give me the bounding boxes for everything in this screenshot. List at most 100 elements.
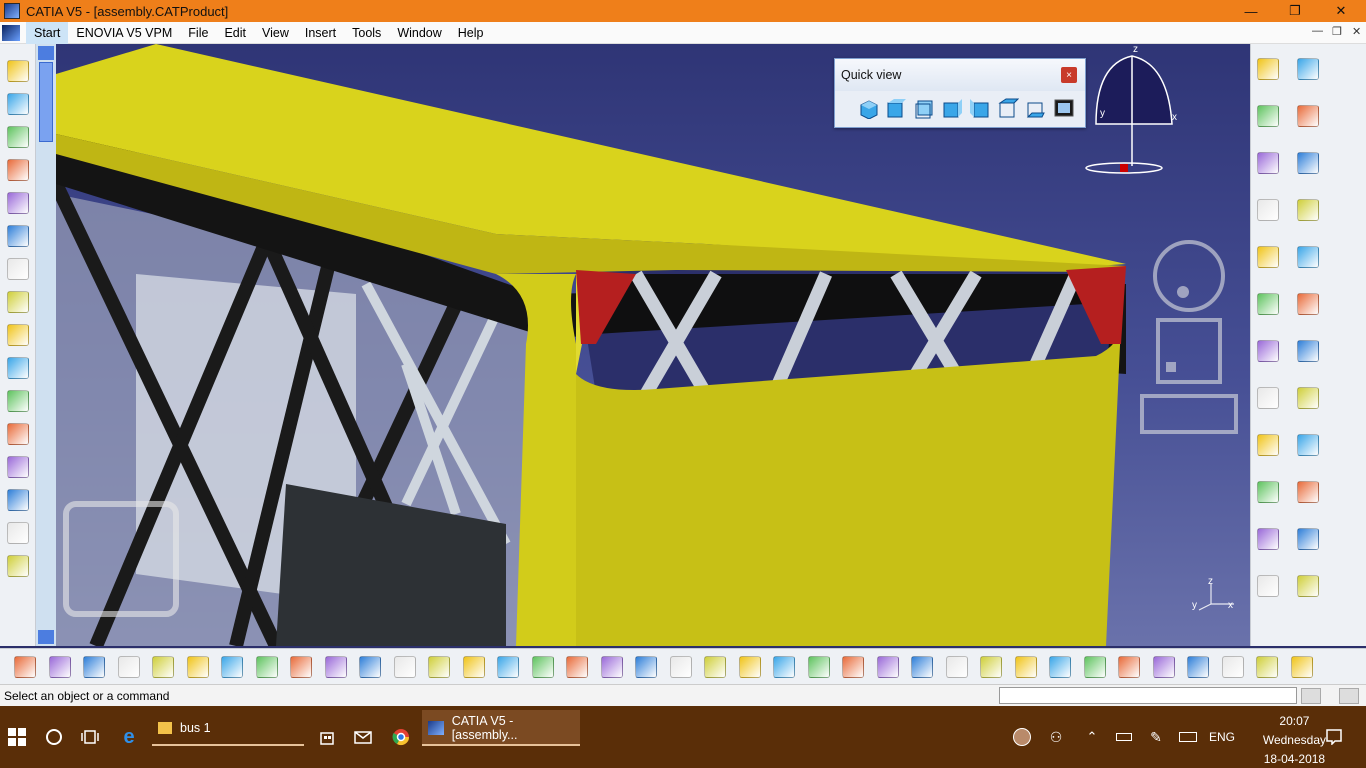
- sectioning-icon[interactable]: [1187, 656, 1209, 678]
- scroll-up-arrow-icon[interactable]: [38, 46, 54, 60]
- capture-icon[interactable]: [152, 656, 174, 678]
- 3d-viewport[interactable]: [36, 44, 1250, 646]
- fly-mode-icon[interactable]: [1257, 58, 1279, 80]
- minimize-button[interactable]: —: [1228, 0, 1274, 22]
- axis-icon[interactable]: [1257, 387, 1279, 409]
- plane-icon[interactable]: [1297, 387, 1319, 409]
- new-icon[interactable]: [324, 656, 347, 678]
- circle-icon[interactable]: [1257, 434, 1279, 456]
- extrapolate-icon[interactable]: [1257, 575, 1279, 597]
- parallel-curve-icon[interactable]: [7, 390, 29, 412]
- language-indicator[interactable]: ENG: [1206, 706, 1238, 768]
- text-icon[interactable]: [255, 656, 278, 678]
- show-hidden-icons-icon[interactable]: ⌃: [1078, 706, 1106, 768]
- point-icon[interactable]: [1257, 340, 1279, 362]
- save-icon[interactable]: [393, 656, 416, 678]
- command-power-input-button[interactable]: [1301, 688, 1321, 704]
- zoom-bottom-icon[interactable]: [980, 656, 1002, 678]
- analysis-icon[interactable]: [1256, 656, 1278, 678]
- translate-icon[interactable]: [1297, 575, 1319, 597]
- paste-icon[interactable]: [531, 656, 554, 678]
- spline-icon[interactable]: [7, 324, 29, 346]
- catia-logo-icon[interactable]: [1290, 656, 1313, 678]
- command-stop-button[interactable]: [1339, 688, 1359, 704]
- pattern-icon[interactable]: [7, 258, 29, 280]
- compass-icon[interactable]: [186, 656, 209, 678]
- normal-view-icon[interactable]: [1257, 199, 1279, 221]
- update-icon[interactable]: [14, 656, 36, 678]
- taskbar-catia-app[interactable]: CATIA V5 - [assembly...: [422, 710, 580, 746]
- menu-enovia[interactable]: ENOVIA V5 VPM: [68, 22, 180, 44]
- print-icon[interactable]: [428, 656, 450, 678]
- measure-between-icon[interactable]: [48, 656, 71, 678]
- edge-icon[interactable]: e: [114, 706, 144, 768]
- assembly-constraints-icon[interactable]: [1221, 656, 1244, 678]
- menu-edit[interactable]: Edit: [216, 22, 254, 44]
- bottom-view-icon[interactable]: [1025, 97, 1047, 119]
- open-icon[interactable]: [359, 656, 381, 678]
- menu-help[interactable]: Help: [450, 22, 492, 44]
- section-icon[interactable]: [1083, 656, 1106, 678]
- table-icon[interactable]: [773, 656, 795, 678]
- line-icon[interactable]: [1297, 340, 1319, 362]
- doc-close-button[interactable]: ✕: [1352, 25, 1361, 38]
- menu-start[interactable]: Start: [26, 21, 69, 44]
- zoom-in-icon[interactable]: [1257, 152, 1279, 174]
- fit-all-icon[interactable]: [1297, 58, 1319, 80]
- right-view-icon[interactable]: [969, 97, 991, 119]
- undo-icon[interactable]: [566, 656, 588, 678]
- clash-icon[interactable]: [1152, 656, 1175, 678]
- taskbar-folder-app[interactable]: bus 1: [152, 710, 304, 746]
- snap-bottom-icon[interactable]: [1118, 656, 1140, 678]
- mail-icon[interactable]: [348, 706, 378, 768]
- offset-surface-icon[interactable]: [7, 159, 29, 181]
- multi-view-icon[interactable]: [1297, 199, 1319, 221]
- rotate-icon[interactable]: [1297, 105, 1319, 127]
- boundary-icon[interactable]: [7, 555, 29, 577]
- menu-file[interactable]: File: [180, 22, 216, 44]
- battery-icon[interactable]: [1110, 706, 1138, 768]
- scroll-thumb[interactable]: [39, 62, 53, 142]
- sweep-surface-icon[interactable]: [7, 93, 29, 115]
- pen-icon[interactable]: ✎: [1142, 706, 1170, 768]
- cut-icon[interactable]: [462, 656, 485, 678]
- healing-icon[interactable]: [7, 456, 29, 478]
- people-avatar-icon[interactable]: [1008, 706, 1036, 768]
- menu-tools[interactable]: Tools: [344, 22, 389, 44]
- menu-insert[interactable]: Insert: [297, 22, 344, 44]
- normal-bottom-icon[interactable]: [1014, 656, 1037, 678]
- zoom-out-icon[interactable]: [1297, 152, 1319, 174]
- command-input[interactable]: [999, 687, 1297, 704]
- product-icon[interactable]: [290, 656, 312, 678]
- cortana-icon[interactable]: [38, 706, 70, 768]
- parameters-icon[interactable]: [738, 656, 761, 678]
- menu-window[interactable]: Window: [389, 22, 449, 44]
- measure-item-icon[interactable]: [83, 656, 105, 678]
- select-icon[interactable]: [1297, 481, 1319, 503]
- join-icon[interactable]: [7, 423, 29, 445]
- trim-icon[interactable]: [7, 522, 29, 544]
- blend-surface-icon[interactable]: [7, 225, 29, 247]
- left-view-icon[interactable]: [941, 97, 963, 119]
- measure-inertia-icon[interactable]: [117, 656, 140, 678]
- pan-bottom-icon[interactable]: [911, 656, 933, 678]
- quick-view-close-button[interactable]: ×: [1061, 67, 1077, 83]
- doc-minimize-button[interactable]: —: [1312, 25, 1323, 37]
- project-curve-icon[interactable]: [7, 291, 29, 313]
- chrome-icon[interactable]: [386, 706, 416, 768]
- viewport-scrollbar[interactable]: [36, 44, 56, 646]
- taskbar-clock[interactable]: 20:07 Wednesday 18-04-2018: [1263, 712, 1326, 768]
- catia-start-icon[interactable]: [2, 24, 20, 41]
- doc-restore-button[interactable]: ❐: [1332, 25, 1342, 38]
- store-icon[interactable]: [312, 706, 342, 768]
- task-view-icon[interactable]: [74, 706, 106, 768]
- back-view-icon[interactable]: [913, 97, 935, 119]
- extrude-surface-icon[interactable]: [7, 126, 29, 148]
- people-icon[interactable]: ⚇: [1042, 706, 1070, 768]
- menu-view[interactable]: View: [254, 22, 297, 44]
- apply-material-icon[interactable]: [221, 656, 243, 678]
- scroll-down-arrow-icon[interactable]: [38, 630, 54, 644]
- grid-icon[interactable]: [1049, 656, 1071, 678]
- formula-icon[interactable]: [669, 656, 692, 678]
- connect-curve-icon[interactable]: [7, 357, 29, 379]
